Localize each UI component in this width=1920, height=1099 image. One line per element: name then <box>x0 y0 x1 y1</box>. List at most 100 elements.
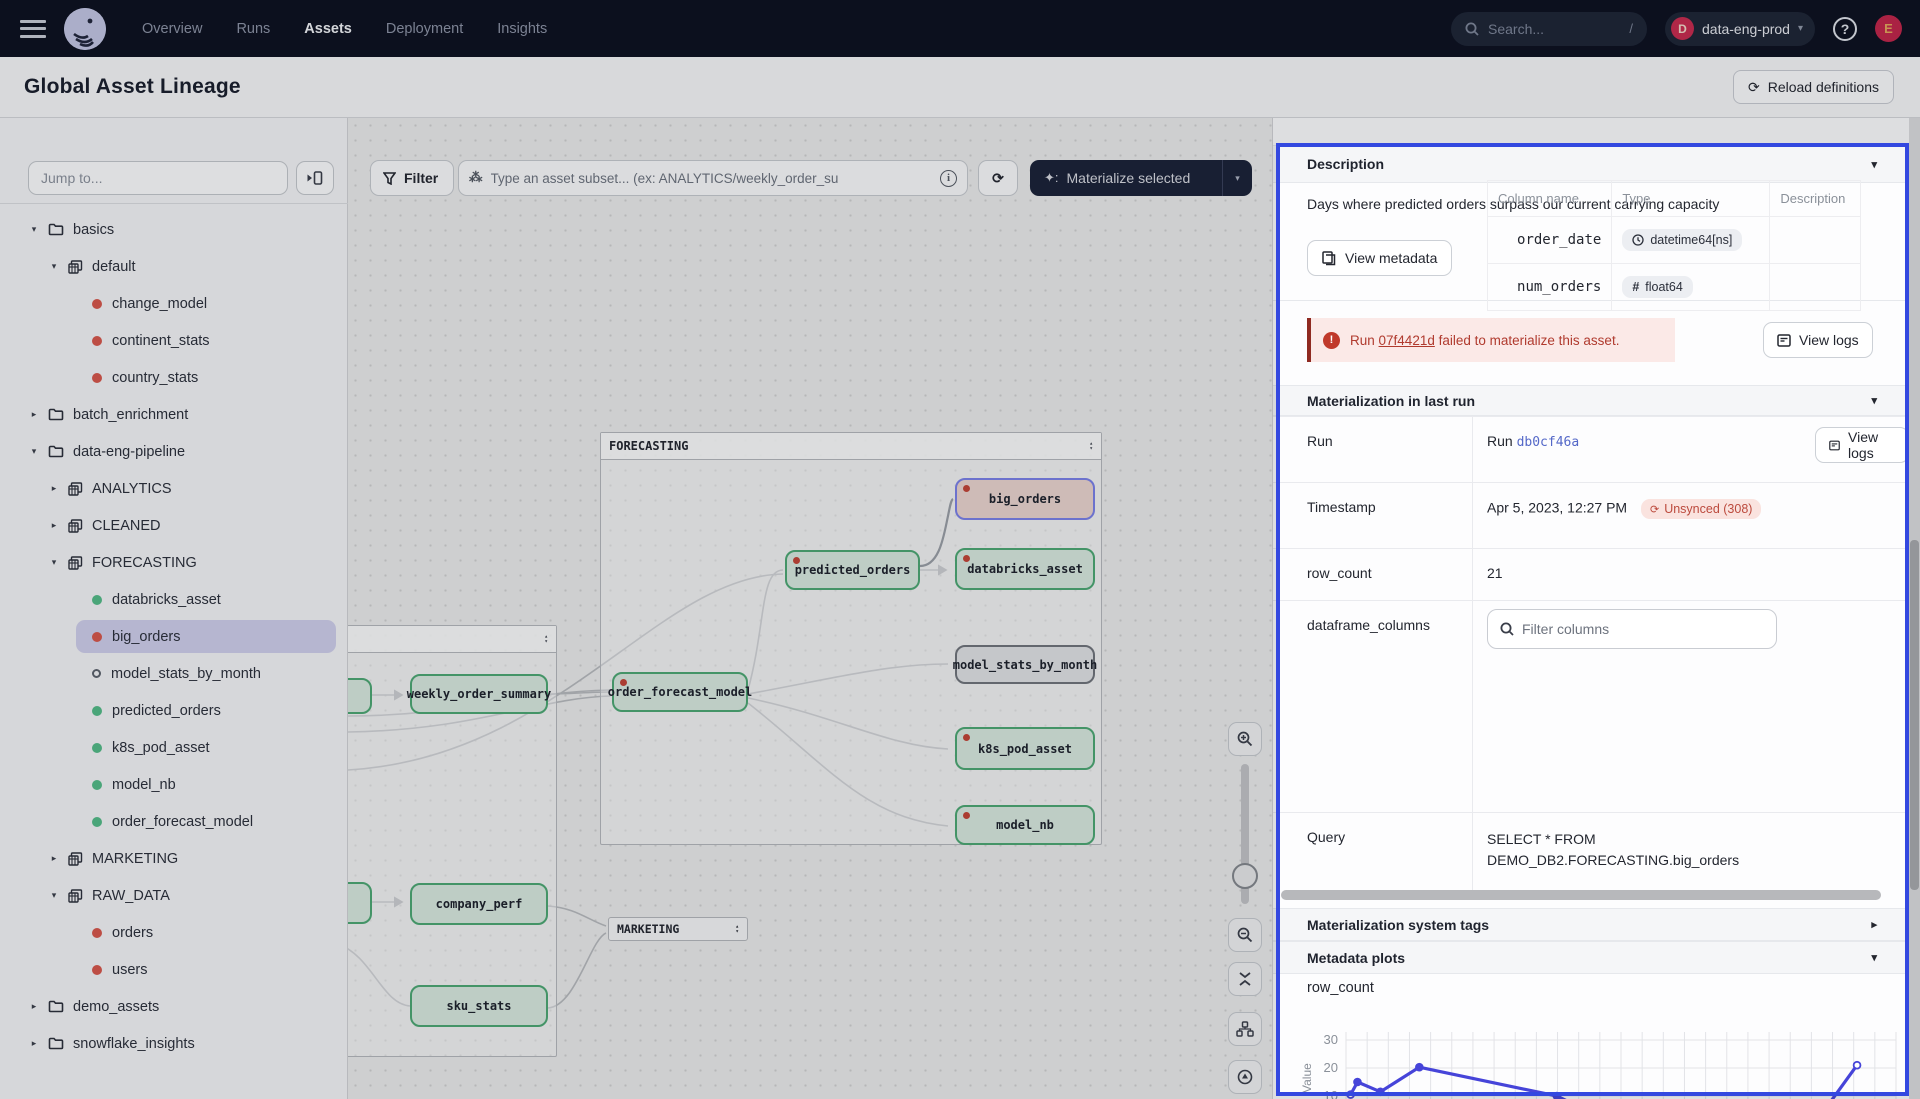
view-logs-button-2[interactable]: View logs <box>1815 427 1909 463</box>
view-logs-button[interactable]: View logs <box>1763 322 1873 358</box>
tree-item-ANALYTICS[interactable]: ▸ANALYTICS <box>0 470 348 507</box>
zoom-slider-handle[interactable] <box>1232 863 1258 889</box>
collapse-groups-button[interactable] <box>1228 962 1262 996</box>
tree-item-label: k8s_pod_asset <box>112 740 210 756</box>
vertical-scrollbar-thumb[interactable] <box>1910 540 1919 890</box>
graph-node-sku_stats[interactable]: sku_stats <box>410 985 548 1027</box>
failed-run-link[interactable]: 07f4421d <box>1379 333 1435 348</box>
graph-node-weekly_order_summary[interactable]: weekly_order_summary <box>410 674 548 714</box>
tree-item-label: data-eng-pipeline <box>73 444 185 460</box>
zoom-out-button[interactable] <box>1228 918 1262 952</box>
hamburger-menu-icon[interactable] <box>20 20 46 38</box>
tree-item-batch_enrichment[interactable]: ▸batch_enrichment <box>0 396 348 433</box>
folder-icon <box>48 408 64 421</box>
graph-node-company_perf[interactable]: company_perf <box>410 883 548 925</box>
help-icon[interactable]: ? <box>1833 17 1857 41</box>
asset-subset-input[interactable]: ⁂ Type an asset subset... (ex: ANALYTICS… <box>458 160 968 196</box>
tree-item-demo_assets[interactable]: ▸demo_assets <box>0 988 348 1025</box>
reload-definitions-button[interactable]: ⟳ Reload definitions <box>1733 70 1894 104</box>
section-metadata-plots[interactable]: Metadata plots ▾ <box>1273 941 1909 974</box>
column-header-description: Description <box>1770 181 1861 217</box>
avatar[interactable]: E <box>1875 15 1902 42</box>
tree-item-data-eng-pipeline[interactable]: ▾ data-eng-pipeline <box>0 433 348 470</box>
graph-node-databricks_asset[interactable]: databricks_asset <box>955 548 1095 590</box>
tree-item-country_stats[interactable]: country_stats <box>0 359 348 396</box>
tree-caret-icon[interactable]: ▾ <box>48 557 60 568</box>
tree-item-model_nb[interactable]: model_nb <box>0 766 348 803</box>
tree-item-change_model[interactable]: change_model <box>0 285 348 322</box>
tree-item-k8s_pod_asset[interactable]: k8s_pod_asset <box>0 729 348 766</box>
materialize-selected-button[interactable]: ✦: Materialize selected ▾ <box>1030 160 1252 196</box>
graph-node-model_stats_by_month[interactable]: model_stats_by_month <box>955 645 1095 684</box>
graph-node-stub-0[interactable] <box>348 678 372 714</box>
section-materialization[interactable]: Materialization in last run ▾ <box>1273 385 1909 416</box>
tree-caret-icon[interactable]: ▾ <box>48 261 60 272</box>
tree-item-order_forecast_model[interactable]: order_forecast_model <box>0 803 348 840</box>
nav-link-insights[interactable]: Insights <box>497 21 547 37</box>
tree-item-RAW_DATA[interactable]: ▾RAW_DATA <box>0 877 348 914</box>
tree-caret-icon[interactable]: ▸ <box>48 520 60 531</box>
tree-item-basics[interactable]: ▾basics <box>0 211 348 248</box>
filter-button[interactable]: Filter <box>370 160 454 196</box>
recenter-button[interactable] <box>1228 1060 1262 1094</box>
tree-item-predicted_orders[interactable]: predicted_orders <box>0 692 348 729</box>
node-label: big_orders <box>989 492 1061 506</box>
tree-caret-icon[interactable]: ▸ <box>48 483 60 494</box>
materialize-dropdown-caret[interactable]: ▾ <box>1222 160 1252 196</box>
group-header[interactable]: ▴▾ <box>348 626 556 653</box>
graph-node-k8s_pod_asset[interactable]: k8s_pod_asset <box>955 727 1095 770</box>
deployment-switcher[interactable]: D data-eng-prod ▾ <box>1665 12 1815 46</box>
group-bar-marketing[interactable]: MARKETING▴▾ <box>608 917 748 941</box>
section-system-tags[interactable]: Materialization system tags ▸ <box>1273 908 1909 941</box>
svg-text:30: 30 <box>1324 1032 1338 1047</box>
horizontal-scrollbar[interactable] <box>1281 890 1881 900</box>
layout-graph-button[interactable] <box>1228 1012 1262 1046</box>
tree-item-big_orders[interactable]: big_orders <box>0 618 348 655</box>
tree-item-CLEANED[interactable]: ▸CLEANED <box>0 507 348 544</box>
section-description[interactable]: Description ▾ <box>1273 145 1909 183</box>
group-header-forecasting[interactable]: FORECASTING▴▾ <box>601 433 1101 460</box>
nav-link-overview[interactable]: Overview <box>142 21 202 37</box>
query-row: Query SELECT * FROM DEMO_DB2.FORECASTING… <box>1273 812 1909 890</box>
zoom-in-button[interactable] <box>1228 722 1262 756</box>
op-selector-icon: ⁂ <box>469 170 483 186</box>
graph-node-predicted_orders[interactable]: predicted_orders <box>785 550 920 590</box>
tree-item-users[interactable]: users <box>0 951 348 988</box>
tree-caret-icon[interactable]: ▸ <box>28 409 40 420</box>
nav-link-deployment[interactable]: Deployment <box>386 21 463 37</box>
graph-node-stub-1[interactable] <box>348 882 372 924</box>
tree-item-continent_stats[interactable]: continent_stats <box>0 322 348 359</box>
lineage-canvas[interactable]: ▴▾ FORECASTING▴▾ MARKETING▴▾ weekly_order_s… <box>348 118 1272 1099</box>
jump-to-input[interactable]: Jump to... <box>28 161 288 195</box>
tree-item-snowflake_insights[interactable]: ▸snowflake_insights <box>0 1025 348 1062</box>
filter-columns-input[interactable]: Filter columns <box>1487 609 1777 649</box>
view-metadata-button[interactable]: View metadata <box>1307 240 1452 276</box>
nav-link-assets[interactable]: Assets <box>304 21 352 37</box>
graph-node-model_nb[interactable]: model_nb <box>955 805 1095 845</box>
tree-caret-icon[interactable]: ▾ <box>28 446 40 457</box>
asset-status-dot-failed <box>92 928 102 938</box>
tree-item-orders[interactable]: orders <box>0 914 348 951</box>
graph-node-big_orders[interactable]: big_orders <box>955 478 1095 520</box>
graph-node-order_forecast_model[interactable]: order_forecast_model <box>612 672 748 712</box>
tree-item-label: change_model <box>112 296 207 312</box>
tree-caret-icon[interactable]: ▸ <box>48 853 60 864</box>
nav-link-runs[interactable]: Runs <box>236 21 270 37</box>
tree-item-MARKETING[interactable]: ▸MARKETING <box>0 840 348 877</box>
search-input[interactable]: Search... / <box>1451 12 1647 46</box>
tree-item-model_stats_by_month[interactable]: model_stats_by_month <box>0 655 348 692</box>
tree-caret-icon[interactable]: ▾ <box>48 890 60 901</box>
run-id-link[interactable]: db0cf46a <box>1517 435 1580 450</box>
tree-item-default[interactable]: ▾default <box>0 248 348 285</box>
tree-caret-icon[interactable]: ▸ <box>28 1001 40 1012</box>
tree-item-FORECASTING[interactable]: ▾FORECASTING <box>0 544 348 581</box>
refresh-graph-button[interactable]: ⟳ <box>978 160 1018 196</box>
logs-icon <box>1829 439 1840 452</box>
sparkle-icon: ✦: <box>1044 170 1059 186</box>
dagster-logo-icon[interactable] <box>64 8 106 50</box>
tree-caret-icon[interactable]: ▸ <box>28 1038 40 1049</box>
tree-caret-icon[interactable]: ▾ <box>28 224 40 235</box>
tree-item-databricks_asset[interactable]: databricks_asset <box>0 581 348 618</box>
collapse-sidebar-button[interactable] <box>296 161 334 195</box>
sync-icon: ⟳ <box>1650 503 1659 516</box>
